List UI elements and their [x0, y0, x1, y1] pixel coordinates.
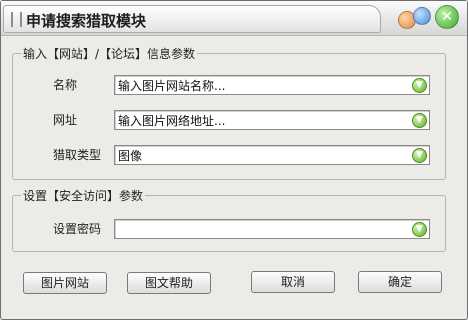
- grip-icon: [11, 12, 22, 27]
- name-combo[interactable]: ▼: [114, 75, 430, 95]
- fetch-type-combo[interactable]: ▼: [114, 145, 430, 165]
- chevron-down-icon[interactable]: ▼: [412, 78, 427, 93]
- chevron-down-icon[interactable]: ▼: [412, 222, 427, 237]
- password-label: 设置密码: [53, 222, 102, 236]
- ok-button[interactable]: 确定: [358, 271, 442, 293]
- site-info-legend: 输入【网站】/【论坛】信息参数: [21, 45, 198, 62]
- chevron-down-icon[interactable]: ▼: [412, 113, 427, 128]
- title-bar[interactable]: 申请搜索猎取模块 ✕: [1, 1, 467, 36]
- title-tab: 申请搜索猎取模块: [3, 5, 381, 33]
- close-icon[interactable]: ✕: [435, 5, 459, 29]
- cancel-button[interactable]: 取消: [251, 271, 335, 293]
- url-input[interactable]: [118, 111, 408, 129]
- help-button[interactable]: 图文帮助: [127, 272, 211, 294]
- password-input[interactable]: [118, 220, 408, 238]
- dialog-window: 申请搜索猎取模块 ✕ 输入【网站】/【论坛】信息参数 名称 ▼ 网址 ▼ 猎取类…: [0, 0, 468, 320]
- name-label: 名称: [53, 78, 78, 92]
- window-title: 申请搜索猎取模块: [26, 12, 147, 30]
- fetch-type-input[interactable]: [118, 146, 408, 164]
- fetch-type-label: 猎取类型: [53, 148, 102, 162]
- pic-site-button[interactable]: 图片网站: [23, 272, 107, 294]
- maximize-icon[interactable]: [413, 7, 431, 25]
- chevron-down-icon[interactable]: ▼: [412, 148, 427, 163]
- security-legend: 设置【安全访问】参数: [21, 187, 146, 204]
- url-label: 网址: [53, 113, 78, 127]
- window-controls: ✕: [397, 4, 461, 32]
- url-combo[interactable]: ▼: [114, 110, 430, 130]
- name-input[interactable]: [118, 76, 408, 94]
- password-combo[interactable]: ▼: [114, 219, 430, 239]
